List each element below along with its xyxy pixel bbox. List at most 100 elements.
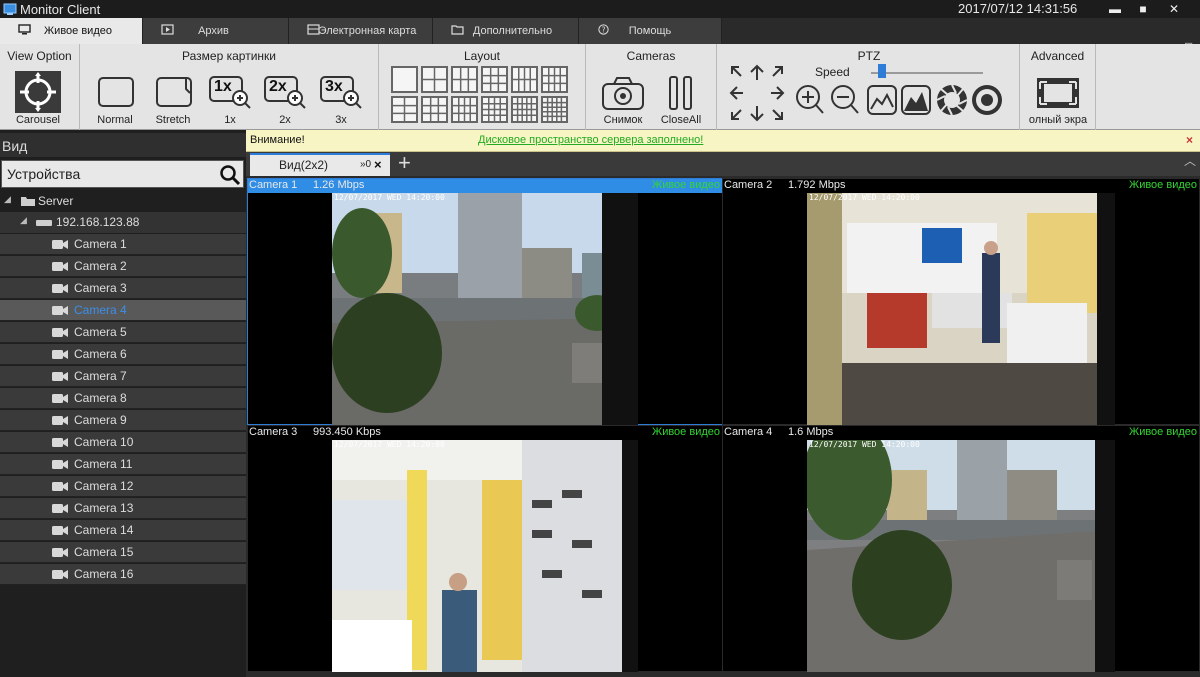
fullscreen-button[interactable]: олный экра bbox=[1024, 44, 1092, 130]
camera-icon bbox=[52, 372, 68, 381]
view-tab-close-icon[interactable]: × bbox=[374, 157, 382, 172]
speed-slider-thumb[interactable] bbox=[878, 64, 887, 78]
view-tab-suffix: »0 bbox=[360, 159, 372, 170]
layout-grid-icon bbox=[393, 98, 416, 121]
camera-cell-2[interactable]: Camera 2 1.792 Mbps Живое видео 12/07/20… bbox=[722, 178, 1200, 425]
view-tab[interactable]: Вид(2x2) »0 × bbox=[250, 153, 390, 176]
tab-archive[interactable]: Архив bbox=[143, 18, 289, 44]
add-view-button[interactable]: + bbox=[398, 150, 411, 176]
device-search[interactable]: Устройства bbox=[1, 160, 244, 188]
zoom-1x-button[interactable]: 1x 1x bbox=[208, 44, 252, 130]
close-button[interactable]: ✕ bbox=[1160, 0, 1188, 17]
layout-12b-button[interactable] bbox=[451, 96, 478, 123]
tree-device[interactable]: ◢ 192.168.123.88 bbox=[0, 212, 246, 233]
cell-timestamp: 12/07/2017 WED 14:20:00 bbox=[809, 440, 920, 449]
stretch-button[interactable]: Stretch bbox=[150, 44, 196, 130]
zoom-3x-button[interactable]: 3x 3x bbox=[319, 44, 363, 130]
camera-item-16[interactable]: Camera 16 bbox=[0, 564, 246, 585]
camera-cell-3[interactable]: Camera 3 993.450 Kbps Живое видео 12/07/… bbox=[247, 425, 723, 672]
closeall-label: CloseAll bbox=[660, 114, 702, 126]
tab-emap-label: Электронная карта bbox=[318, 25, 417, 37]
svg-text:?: ? bbox=[602, 25, 606, 34]
tab-additional[interactable]: Дополнительно bbox=[433, 18, 579, 44]
camera-item-2[interactable]: Camera 2 bbox=[0, 256, 246, 277]
tab-live-video[interactable]: Живое видео bbox=[0, 18, 143, 44]
camera-item-label: Camera 6 bbox=[74, 347, 127, 361]
group-ptz: PTZ Speed bbox=[717, 44, 1020, 130]
camera-icon bbox=[52, 262, 68, 271]
iris-close-icon[interactable] bbox=[971, 84, 1003, 116]
layout-1-button[interactable] bbox=[391, 66, 418, 93]
focus-far-icon[interactable] bbox=[901, 85, 931, 115]
camera-item-8[interactable]: Camera 8 bbox=[0, 388, 246, 409]
expand-arrow-icon[interactable]: ◢ bbox=[20, 215, 27, 226]
layout-9-button[interactable] bbox=[481, 66, 508, 93]
camera-item-7[interactable]: Camera 7 bbox=[0, 366, 246, 387]
layout-8-button[interactable] bbox=[511, 66, 538, 93]
zoom-out-icon[interactable] bbox=[830, 84, 860, 116]
camera-icon bbox=[52, 306, 68, 315]
monitor-icon bbox=[18, 24, 31, 35]
cell-camera-name: Camera 4 bbox=[724, 426, 773, 438]
camera-item-5[interactable]: Camera 5 bbox=[0, 322, 246, 343]
view-tab-label: Вид(2x2) bbox=[279, 158, 329, 172]
cell-camera-name: Camera 3 bbox=[249, 426, 298, 438]
search-icon[interactable] bbox=[219, 164, 241, 186]
camera-item-1[interactable]: Camera 1 bbox=[0, 234, 246, 255]
ptz-direction-arrows-icon[interactable] bbox=[729, 64, 785, 122]
iris-open-icon[interactable] bbox=[936, 84, 968, 116]
focus-near-icon[interactable] bbox=[867, 85, 897, 115]
layout-grid-icon bbox=[453, 98, 476, 121]
layout-grid-icon bbox=[543, 68, 566, 91]
collapse-icon[interactable]: ︿ bbox=[1184, 152, 1196, 169]
zoom-in-icon[interactable] bbox=[795, 84, 825, 116]
layout-9b-button[interactable] bbox=[421, 96, 448, 123]
pause-icon bbox=[669, 76, 692, 110]
camera-item-10[interactable]: Camera 10 bbox=[0, 432, 246, 453]
camera-item-15[interactable]: Camera 15 bbox=[0, 542, 246, 563]
camera-item-12[interactable]: Camera 12 bbox=[0, 476, 246, 497]
notice-bar: Внимание! Дисковое пространство сервера … bbox=[246, 130, 1200, 152]
cell-live-status: Живое видео bbox=[1129, 426, 1197, 438]
normal-button[interactable]: Normal bbox=[92, 44, 138, 130]
tab-emap[interactable]: Электронная карта bbox=[289, 18, 433, 44]
cell-bitrate: 1.792 Mbps bbox=[788, 179, 846, 191]
layout-12-button[interactable] bbox=[541, 66, 568, 93]
camera-cell-4[interactable]: Camera 4 1.6 Mbps Живое видео 12/07/2017… bbox=[722, 425, 1200, 672]
device-search-input[interactable]: Устройства bbox=[7, 166, 80, 182]
layout-6b-button[interactable] bbox=[391, 96, 418, 123]
speed-slider-track[interactable] bbox=[871, 72, 983, 74]
layout-grid-icon bbox=[423, 98, 446, 121]
camera-item-4[interactable]: Camera 4 bbox=[0, 300, 246, 321]
minimize-button[interactable]: ▬ bbox=[1101, 0, 1129, 17]
camera-item-3[interactable]: Camera 3 bbox=[0, 278, 246, 299]
tree-server[interactable]: ◢ Server bbox=[0, 191, 246, 212]
view-header: Вид bbox=[0, 133, 246, 157]
camera-cell-1[interactable]: Camera 1 1.26 Mbps Живое видео 12/07/201… bbox=[247, 178, 723, 425]
camera-item-13[interactable]: Camera 13 bbox=[0, 498, 246, 519]
tab-help[interactable]: ? Помощь bbox=[579, 18, 722, 44]
camera-icon bbox=[52, 482, 68, 491]
maximize-button[interactable]: ■ bbox=[1129, 0, 1157, 17]
layout-4-button[interactable] bbox=[421, 66, 448, 93]
layout-16-button[interactable] bbox=[481, 96, 508, 123]
layout-20-button[interactable] bbox=[511, 96, 538, 123]
notice-message-link[interactable]: Дисковое пространство сервера заполнено! bbox=[478, 134, 703, 146]
notice-close-icon[interactable]: × bbox=[1186, 133, 1193, 147]
zoom-2x-button[interactable]: 2x 2x bbox=[263, 44, 307, 130]
camera-item-11[interactable]: Camera 11 bbox=[0, 454, 246, 475]
camera-item-6[interactable]: Camera 6 bbox=[0, 344, 246, 365]
cell-live-status: Живое видео bbox=[652, 426, 720, 438]
camera-item-14[interactable]: Camera 14 bbox=[0, 520, 246, 541]
expand-arrow-icon[interactable]: ◢ bbox=[4, 194, 11, 205]
camera-2-feed: 12/07/2017 WED 14:20:00 bbox=[807, 193, 1115, 425]
layout-6-button[interactable] bbox=[451, 66, 478, 93]
cell-timestamp: 12/07/2017 WED 14:20:00 bbox=[334, 193, 445, 202]
closeall-button[interactable]: CloseAll bbox=[656, 44, 706, 130]
speed-label: Speed bbox=[815, 65, 850, 79]
carousel-button[interactable]: Carousel bbox=[10, 44, 66, 130]
camera-icon bbox=[52, 460, 68, 469]
layout-25-button[interactable] bbox=[541, 96, 568, 123]
camera-item-9[interactable]: Camera 9 bbox=[0, 410, 246, 431]
snapshot-button[interactable]: Снимок bbox=[598, 44, 648, 130]
